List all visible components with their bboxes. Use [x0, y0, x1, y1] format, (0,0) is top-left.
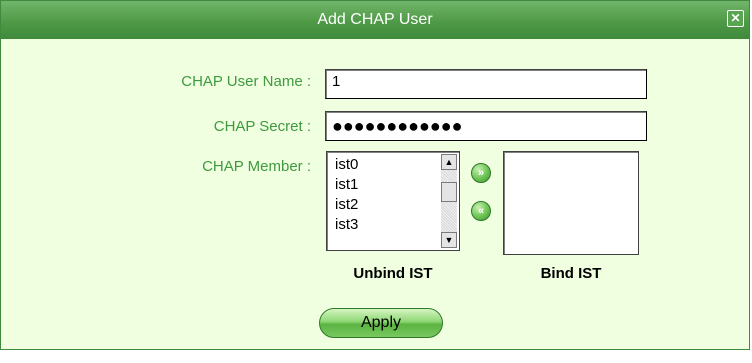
unbind-ist-list[interactable]: ist0 ist1 ist2 ist3 ▲ ▼: [326, 151, 460, 251]
list-item[interactable]: ist0: [327, 155, 459, 175]
scroll-thumb[interactable]: [441, 182, 457, 202]
bind-ist-list[interactable]: [503, 151, 639, 255]
user-name-input[interactable]: 1: [325, 69, 647, 99]
double-chevron-right-icon[interactable]: »: [471, 163, 491, 183]
close-icon[interactable]: ✕: [727, 10, 744, 27]
scroll-down-icon[interactable]: ▼: [441, 232, 457, 248]
dialog-titlebar: Add CHAP User ✕: [1, 1, 749, 39]
list-item[interactable]: ist2: [327, 195, 459, 215]
secret-input[interactable]: ●●●●●●●●●●●●: [325, 111, 647, 141]
secret-value: ●●●●●●●●●●●●: [332, 116, 463, 136]
dialog-title: Add CHAP User: [317, 11, 433, 28]
list-item[interactable]: ist1: [327, 175, 459, 195]
add-chap-user-dialog: Add CHAP User ✕ CHAP User Name : 1 CHAP …: [0, 0, 750, 350]
unbind-list-scrollbar[interactable]: ▲ ▼: [441, 154, 457, 248]
user-name-value: 1: [332, 73, 341, 90]
secret-label: CHAP Secret :: [213, 118, 311, 135]
double-chevron-left-icon[interactable]: «: [471, 201, 491, 221]
bind-ist-caption: Bind IST: [540, 265, 602, 282]
list-item[interactable]: ist3: [327, 215, 459, 235]
member-label: CHAP Member :: [202, 158, 311, 175]
user-name-label: CHAP User Name :: [181, 73, 311, 90]
apply-button[interactable]: Apply: [319, 308, 443, 338]
scroll-up-icon[interactable]: ▲: [441, 154, 457, 170]
unbind-ist-caption: Unbind IST: [353, 265, 433, 282]
